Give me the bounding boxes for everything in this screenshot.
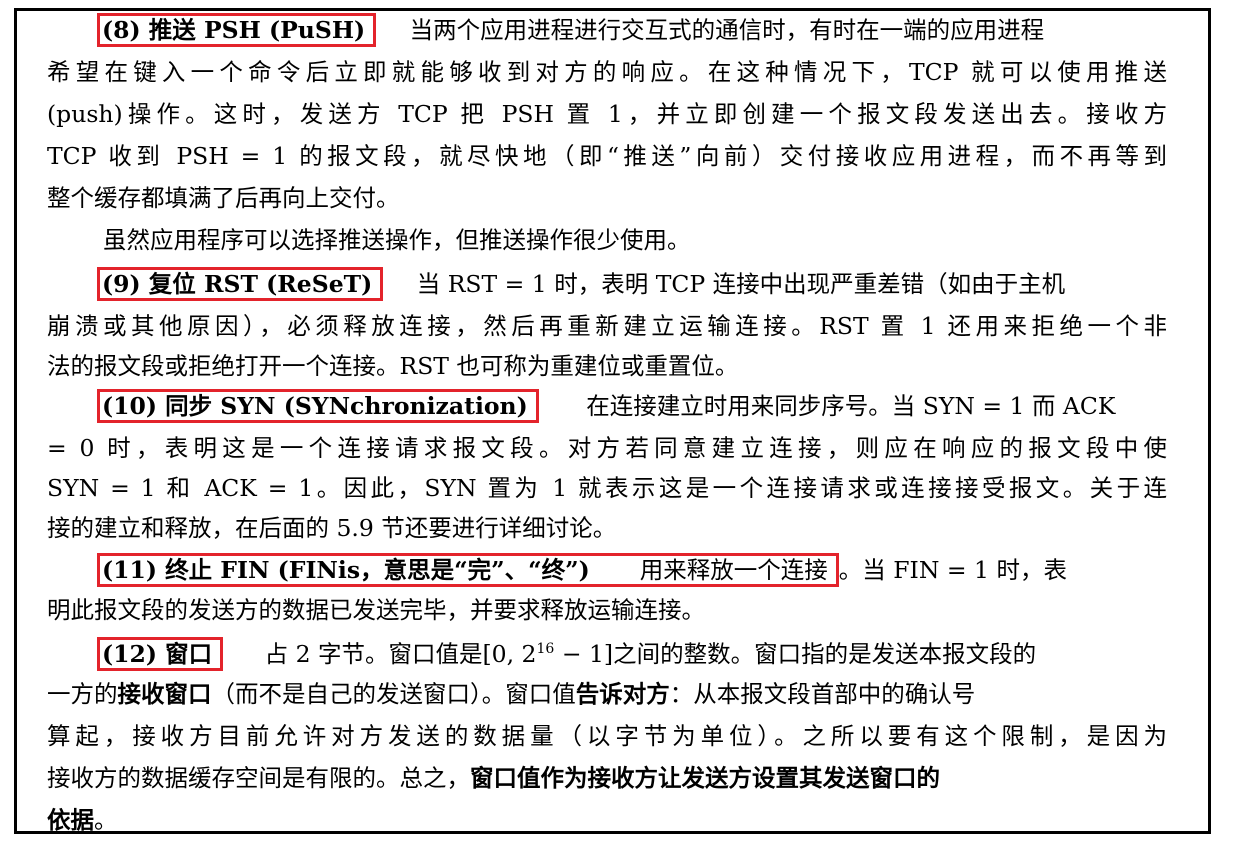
window-line-3: 算起，接收方目前允许对方发送的数据量（以字节为单位）。之所以要有这个限制，是因为 [47, 722, 1167, 750]
syn-label-box: (10) 同步 SYN (SYNchronization) [97, 389, 539, 423]
psh-line-6: 虽然应用程序可以选择推送操作，但推送操作很少使用。 [103, 226, 691, 254]
psh-label-box: (8) 推送 PSH (PuSH) [97, 13, 377, 47]
fin-line-1: (11) 终止 FIN (FINis，意思是“完”、“终”) 用来释放一个连接 。当… [97, 550, 1167, 590]
window-line-5: 依据。 [47, 806, 118, 834]
syn-line-4: 接的建立和释放，在后面的 5.9 节还要进行详细讨论。 [47, 514, 617, 542]
window-label-box: (12) 窗口 [97, 637, 224, 671]
fin-label-box: (11) 终止 FIN (FINis，意思是“完”、“终”) 用来释放一个连接 [97, 553, 839, 587]
window-line-2: 一方的接收窗口（而不是自己的发送窗口）。窗口值告诉对方：从本报文段首部中的确认号 [47, 680, 976, 708]
rst-line-2: 崩溃或其他原因），必须释放连接，然后再重新建立运输连接。RST 置 1 还用来拒… [47, 312, 1167, 340]
window-line-4: 接收方的数据缓存空间是有限的。总之，窗口值作为接收方让发送方设置其发送窗口的 [47, 764, 940, 792]
psh-line-5: 整个缓存都填满了后再向上交付。 [47, 184, 400, 212]
psh-line-4: TCP 收到 PSH = 1 的报文段，就尽快地（即“推送”向前）交付接收应用进… [47, 142, 1167, 170]
psh-line-3: (push)操作。这时，发送方 TCP 把 PSH 置 1，并立即创建一个报文段… [47, 100, 1167, 128]
rst-label-box: (9) 复位 RST (ReSeT) [97, 267, 384, 301]
rst-line-3: 法的报文段或拒绝打开一个连接。RST 也可称为重建位或重置位。 [47, 352, 739, 380]
psh-line-1: (8) 推送 PSH (PuSH) 当两个应用进程进行交互式的通信时，有时在一端… [97, 10, 1167, 50]
syn-line-2: = 0 时，表明这是一个连接请求报文段。对方若同意建立连接，则应在响应的报文段中… [47, 434, 1167, 462]
syn-line-3: SYN = 1 和 ACK = 1。因此，SYN 置为 1 就表示这是一个连接请… [47, 474, 1167, 502]
syn-line-1: (10) 同步 SYN (SYNchronization) 在连接建立时用来同步… [97, 386, 1167, 426]
psh-line-2: 希望在键入一个命令后立即就能够收到对方的响应。在这种情况下，TCP 就可以使用推… [47, 58, 1167, 86]
fin-line-2: 明此报文段的发送方的数据已发送完毕，并要求释放运输连接。 [47, 596, 705, 624]
rst-line-1: (9) 复位 RST (ReSeT) 当 RST = 1 时，表明 TCP 连接… [97, 264, 1167, 304]
window-line-1: (12) 窗口 占 2 字节。窗口值是[0, 216 − 1]之间的整数。窗口指… [97, 634, 1167, 674]
